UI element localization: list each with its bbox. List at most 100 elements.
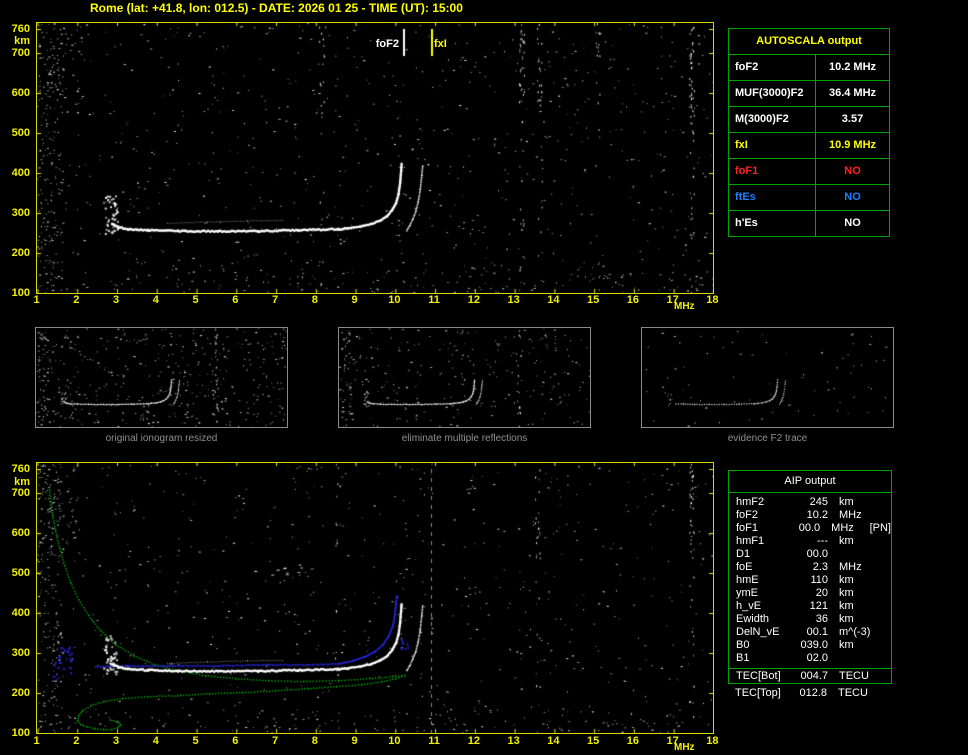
aip-table-row: hmF1 --- km [729,535,891,548]
aip-row-label: DelN_vE [736,626,780,638]
x-tick-label: 4 [152,294,159,306]
top-plot-mhz-unit-label: MHz [674,301,695,312]
autoscala-table-row: M(3000)F2 3.57 [729,107,889,133]
aip-row-note: [PN] [869,522,891,534]
aip-table-row: hmE 110 km [729,574,891,587]
aip-row-value: --- [817,535,828,547]
x-tick-label: 12 [467,735,480,747]
aip-table-title: AIP output [729,471,891,493]
aip-row-note [881,613,891,626]
aip-table-row: hmF2 245 km [729,496,891,509]
tec-row-label: TEC[Bot] [736,670,781,682]
autoscala-row-label: MUF(3000)F2 [729,81,816,106]
aip-row-value: 2.3 [812,561,828,573]
tec-bot-row: TEC[Bot] 004.7 TECU [729,668,891,683]
page-title: Rome (lat: +41.8, lon: 012.5) - DATE: 20… [90,1,463,15]
aip-table-row: D1 00.0 [729,548,891,561]
aip-row-label: hmF1 [736,535,765,547]
thumbnail-original-ionogram [35,327,288,428]
aip-table-row: DelN_vE 00.1 m^(-3) [729,626,891,639]
x-tick-label: 11 [428,735,440,747]
autoscala-app: { "header": { "title": "Rome (lat: +41.8… [0,0,968,755]
aip-row-value: 10.2 [806,509,828,521]
x-tick-label: 1 [33,294,40,306]
thumbnail-caption-eliminate: eliminate multiple reflections [401,433,528,444]
aip-row-label: hmE [736,574,759,586]
aip-row-value: 110 [810,574,828,586]
x-tick-label: 4 [152,735,159,747]
autoscala-row-label: M(3000)F2 [729,107,816,132]
x-tick-label: 3 [112,294,120,306]
x-tick-label: 14 [547,294,560,306]
aip-row-value: 039.0 [800,639,828,651]
aip-row-label: foE [736,561,753,573]
aip-row-unit [828,652,881,665]
aip-row-unit: km [839,535,854,547]
aip-row-unit: MHz [831,522,854,534]
aip-table-row: ymE 20 km [729,587,891,600]
aip-table-row: foF1 00.0 MHz [PN] [729,522,891,535]
thumbnail-caption-evidence: evidence F2 trace [727,433,808,444]
autoscala-table-row: foF1 NO [729,159,889,185]
aip-table-row: Ewidth 36 km [729,613,891,626]
y-tick-label: 760 [11,463,30,475]
tec-top-row: TEC[Top] 012.8 TECU [728,686,890,700]
aip-row-label: D1 [736,548,751,560]
aip-row-note [881,561,891,574]
aip-row-value: 20 [815,587,828,599]
aip-row-unit: MHz [839,561,862,573]
aip-row-note [881,548,891,561]
aip-row-unit: km [839,613,854,625]
autoscala-row-value: NO [844,191,861,203]
autoscala-row-value: 10.2 MHz [828,61,877,73]
aip-row-unit: km [839,574,854,586]
autoscala-table: AUTOSCALA output foF2 10.2 MHz MUF(3000)F2… [728,28,890,237]
autoscala-row-label: foF1 [729,159,816,184]
aip-row-label: ymE [736,587,758,599]
autoscala-table-row: MUF(3000)F2 36.4 MHz [729,81,889,107]
aip-row-unit: km [839,587,854,599]
aip-row-value: 245 [809,496,828,508]
autoscala-row-label: ftEs [729,185,816,210]
aip-row-label: Ewidth [736,613,770,625]
bottom-plot-mhz-unit-label: MHz [674,742,695,753]
x-tick-label: 15 [587,735,600,747]
x-tick-label: 18 [706,294,719,306]
y-tick-label: 700 [11,47,30,59]
autoscala-table-row: fxI 10.9 MHz [729,133,889,159]
y-tick-label: 300 [11,647,30,659]
aip-row-value: 36 [815,613,828,625]
aip-table-row: B0 039.0 km [729,639,891,652]
aip-row-label: B0 [736,639,750,651]
x-tick-label: 2 [73,294,80,306]
x-tick-label: 1 [33,735,40,747]
y-tick-label: 600 [11,87,30,99]
x-tick-label: 16 [626,735,640,747]
aip-row-note [881,535,891,548]
autoscala-row-label: fxI [729,133,816,158]
x-tick-label: 5 [192,294,199,306]
fxi-marker-label: fxI [434,38,447,50]
x-tick-label: 10 [388,294,401,306]
aip-row-value: 00.0 [798,522,821,534]
autoscala-row-value: 3.57 [841,113,864,125]
y-tick-label: 760 [11,23,30,35]
y-tick-label: 400 [11,607,30,619]
aip-row-unit: m^(-3) [839,626,871,638]
autoscala-table-row: foF2 10.2 MHz [729,55,889,81]
autoscala-row-label: foF2 [729,55,816,80]
autoscala-row-value: NO [844,217,861,229]
y-tick-label: 400 [11,167,30,179]
x-tick-label: 18 [706,735,719,747]
x-tick-label: 11 [428,294,440,306]
y-tick-label: 200 [11,247,30,259]
aip-row-note [881,496,891,509]
aip-table: AIP output hmF2 245 km foF2 10.2 MHz foF1 00.0 M… [728,470,892,684]
aip-row-unit: km [839,600,854,612]
aip-row-unit: km [839,496,854,508]
x-tick-label: 7 [271,735,279,747]
autoscala-row-value: 10.9 MHz [828,139,877,151]
y-tick-label: 500 [11,567,30,579]
top-ionogram-plot [36,22,714,294]
bottom-profile-plot [36,462,714,734]
